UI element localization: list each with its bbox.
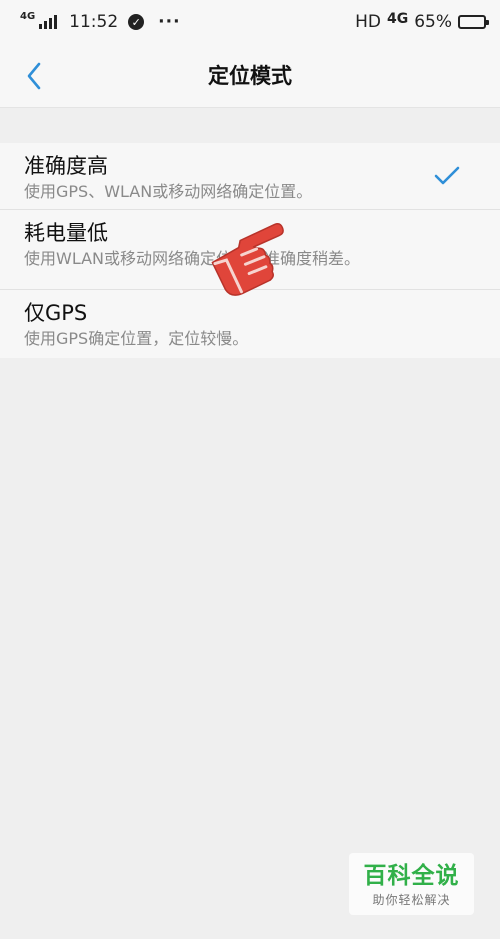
status-time: 11:52 bbox=[69, 12, 119, 32]
title-bar: 定位模式 bbox=[0, 44, 500, 108]
signal-icon bbox=[39, 15, 58, 29]
notification-check-icon: ✓ bbox=[128, 14, 145, 30]
option-description: 使用WLAN或移动网络确定位置，准确度稍差。 bbox=[24, 249, 361, 268]
battery-percent: 65% bbox=[414, 12, 452, 32]
battery-icon bbox=[458, 15, 489, 29]
option-title: 仅GPS bbox=[24, 301, 88, 325]
status-bar-right: HD 4G 65% bbox=[355, 11, 489, 32]
option-high-accuracy[interactable]: 准确度高 使用GPS、WLAN或移动网络确定位置。 bbox=[0, 143, 500, 210]
option-title: 耗电量低 bbox=[24, 221, 108, 245]
option-description: 使用GPS确定位置，定位较慢。 bbox=[24, 329, 249, 348]
checkmark-icon bbox=[434, 166, 460, 185]
more-notifications-icon: ··· bbox=[158, 12, 181, 32]
option-description: 使用GPS、WLAN或移动网络确定位置。 bbox=[24, 182, 313, 201]
logo-title: 百科全说 bbox=[363, 863, 460, 889]
location-mode-list: 准确度高 使用GPS、WLAN或移动网络确定位置。 耗电量低 使用WLAN或移动… bbox=[0, 143, 500, 358]
back-button[interactable] bbox=[16, 58, 52, 94]
option-battery-saving[interactable]: 耗电量低 使用WLAN或移动网络确定位置，准确度稍差。 bbox=[0, 210, 500, 290]
network-type: 4G bbox=[386, 11, 409, 27]
baidu-baike-logo: 百科全说 助你轻松解决 bbox=[349, 853, 474, 915]
network-type-small: 4G bbox=[20, 11, 36, 22]
option-gps-only[interactable]: 仅GPS 使用GPS确定位置，定位较慢。 bbox=[0, 290, 500, 358]
logo-subtitle: 助你轻松解决 bbox=[372, 893, 451, 907]
status-bar-left: 4G 11:52 ✓ ··· bbox=[20, 11, 181, 33]
option-title: 准确度高 bbox=[24, 154, 108, 178]
status-bar: 4G 11:52 ✓ ··· HD 4G 65% bbox=[0, 0, 500, 44]
chevron-left-icon bbox=[27, 62, 41, 90]
hd-indicator: HD bbox=[355, 12, 381, 32]
page-title: 定位模式 bbox=[208, 64, 292, 88]
